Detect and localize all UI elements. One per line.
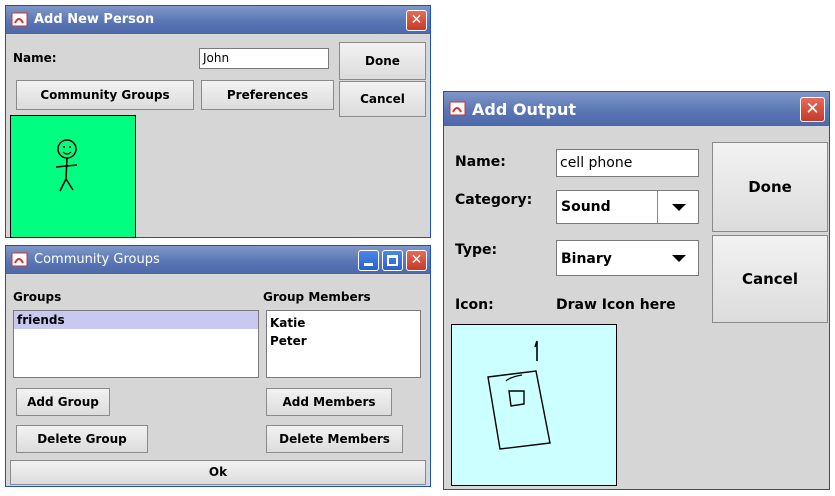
cancel-button[interactable]: Cancel (712, 235, 828, 323)
preferences-button[interactable]: Preferences (201, 80, 334, 110)
done-button[interactable]: Done (339, 42, 426, 80)
type-dropdown[interactable]: Binary (556, 240, 699, 276)
ok-button[interactable]: Ok (10, 460, 426, 485)
add-new-person-titlebar[interactable]: Add New Person ✕ (6, 6, 430, 34)
done-button[interactable]: Done (712, 142, 828, 232)
type-value: Binary (561, 251, 612, 267)
dropdown-separator (657, 191, 658, 223)
type-label: Type: (455, 242, 498, 258)
icon-drawing-canvas[interactable] (451, 324, 617, 486)
minimize-icon[interactable] (358, 250, 379, 271)
window-title: Add Output (472, 100, 576, 119)
groups-header: Groups (13, 290, 62, 304)
window-title: Add New Person (34, 12, 155, 27)
maximize-icon[interactable] (382, 250, 403, 271)
name-label: Name: (455, 154, 506, 170)
community-groups-window: Community Groups ✕ Groups Group Members … (5, 245, 431, 487)
add-members-button[interactable]: Add Members (266, 388, 392, 416)
group-members-list[interactable]: Katie Peter (266, 310, 421, 378)
close-icon[interactable]: ✕ (800, 97, 825, 122)
window-title: Community Groups (34, 252, 160, 267)
close-icon[interactable]: ✕ (406, 10, 427, 31)
add-group-button[interactable]: Add Group (16, 388, 110, 416)
group-members-header: Group Members (263, 290, 371, 304)
community-groups-titlebar[interactable]: Community Groups ✕ (6, 246, 430, 274)
add-output-window: Add Output ✕ Name: cell phone Category: … (443, 91, 830, 490)
delete-group-button[interactable]: Delete Group (16, 425, 148, 453)
category-label: Category: (455, 192, 533, 208)
java-app-icon (11, 252, 28, 267)
draw-icon-hint: Draw Icon here (556, 297, 676, 313)
name-field[interactable]: cell phone (556, 149, 699, 177)
close-icon[interactable]: ✕ (406, 250, 427, 271)
chevron-down-icon[interactable] (672, 204, 686, 211)
icon-label: Icon: (455, 297, 494, 313)
add-new-person-window: Add New Person ✕ Name: John Done Communi… (5, 5, 431, 238)
list-item[interactable]: Peter (267, 332, 420, 350)
person-drawing-canvas[interactable] (10, 115, 136, 238)
category-dropdown[interactable]: Sound (556, 190, 699, 224)
name-label: Name: (13, 51, 57, 65)
category-value: Sound (561, 199, 611, 215)
java-app-icon (11, 12, 28, 27)
delete-members-button[interactable]: Delete Members (266, 425, 403, 453)
add-output-titlebar[interactable]: Add Output ✕ (444, 92, 829, 126)
java-app-icon (449, 101, 466, 116)
cancel-button[interactable]: Cancel (339, 81, 426, 117)
stick-figure-drawing (55, 139, 78, 192)
community-groups-button[interactable]: Community Groups (16, 80, 194, 110)
chevron-down-icon[interactable] (672, 255, 686, 262)
list-item[interactable]: Katie (267, 314, 420, 332)
name-field[interactable]: John (199, 48, 329, 69)
cell-phone-drawing (487, 340, 551, 450)
groups-list[interactable]: friends (13, 310, 259, 378)
list-item[interactable]: friends (14, 311, 258, 329)
